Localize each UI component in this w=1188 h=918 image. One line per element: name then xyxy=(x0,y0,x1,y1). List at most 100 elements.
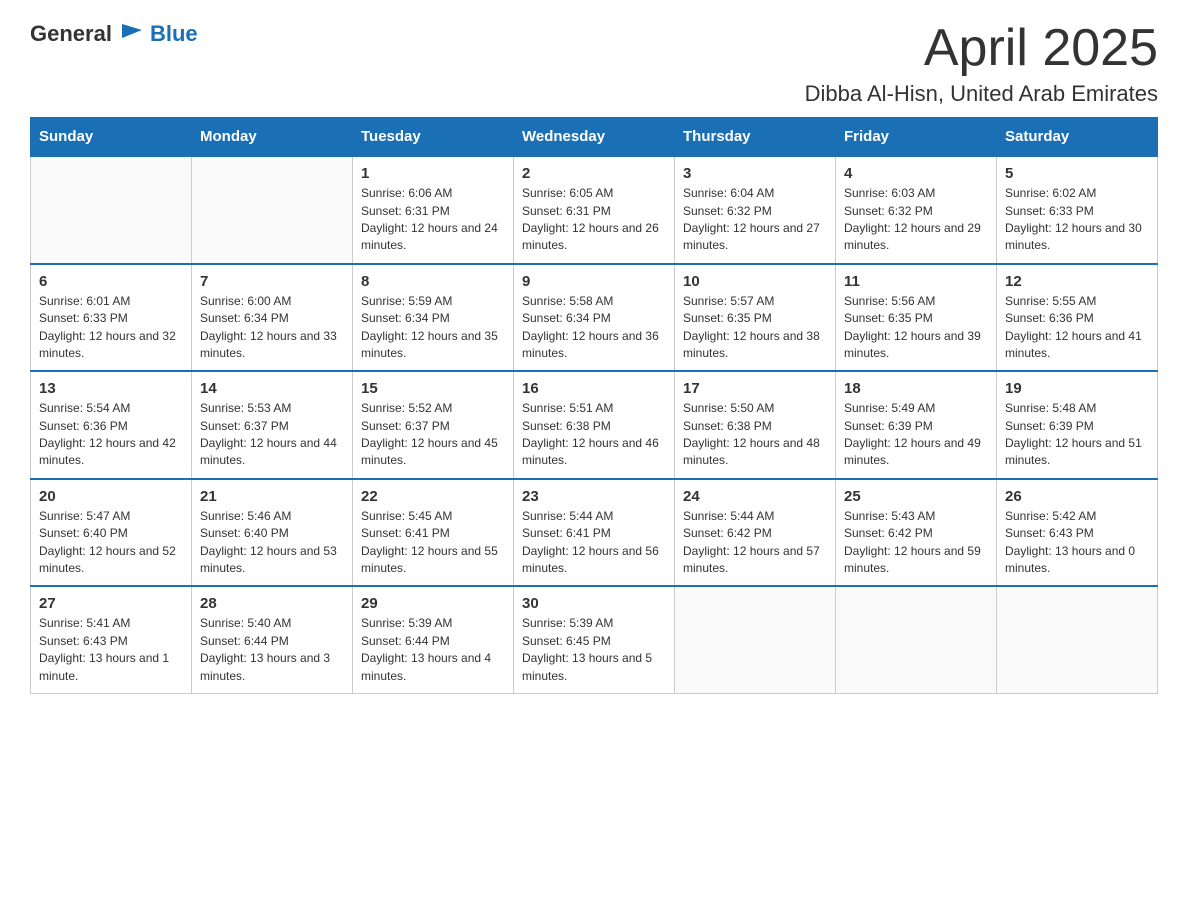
calendar-cell: 13 Sunrise: 5:54 AMSunset: 6:36 PMDayligh… xyxy=(31,371,192,479)
day-number: 29 xyxy=(361,595,505,612)
calendar-cell: 25 Sunrise: 5:43 AMSunset: 6:42 PMDayligh… xyxy=(836,479,997,587)
day-number: 22 xyxy=(361,488,505,505)
day-info: Sunrise: 5:54 AMSunset: 6:36 PMDaylight:… xyxy=(39,400,183,470)
calendar-cell: 11 Sunrise: 5:56 AMSunset: 6:35 PMDayligh… xyxy=(836,264,997,372)
logo-text-blue: Blue xyxy=(150,21,198,47)
day-info: Sunrise: 6:06 AMSunset: 6:31 PMDaylight:… xyxy=(361,185,505,255)
day-number: 23 xyxy=(522,488,666,505)
calendar-cell: 16Sunrise: 5:51 AMSunset: 6:38 PMDayligh… xyxy=(514,371,675,479)
day-info: Sunrise: 6:02 AMSunset: 6:33 PMDaylight:… xyxy=(1005,185,1149,255)
day-number: 9 xyxy=(522,273,666,290)
page-header: General Blue April 2025 Dibba Al-Hisn, U… xyxy=(30,20,1158,107)
calendar-cell: 6 Sunrise: 6:01 AMSunset: 6:33 PMDaylight… xyxy=(31,264,192,372)
day-number: 30 xyxy=(522,595,666,612)
calendar-cell: 7 Sunrise: 6:00 AMSunset: 6:34 PMDaylight… xyxy=(192,264,353,372)
day-info: Sunrise: 5:50 AMSunset: 6:38 PMDaylight:… xyxy=(683,400,827,470)
calendar-cell: 4 Sunrise: 6:03 AMSunset: 6:32 PMDaylight… xyxy=(836,156,997,264)
day-info: Sunrise: 5:53 AMSunset: 6:37 PMDaylight:… xyxy=(200,400,344,470)
day-info: Sunrise: 6:00 AMSunset: 6:34 PMDaylight:… xyxy=(200,293,344,363)
day-info: Sunrise: 5:59 AMSunset: 6:34 PMDaylight:… xyxy=(361,293,505,363)
day-number: 26 xyxy=(1005,488,1149,505)
day-info: Sunrise: 5:52 AMSunset: 6:37 PMDaylight:… xyxy=(361,400,505,470)
calendar-cell: 28 Sunrise: 5:40 AMSunset: 6:44 PMDayligh… xyxy=(192,586,353,693)
day-number: 10 xyxy=(683,273,827,290)
calendar-cell: 30Sunrise: 5:39 AMSunset: 6:45 PMDayligh… xyxy=(514,586,675,693)
calendar-week-row: 20 Sunrise: 5:47 AMSunset: 6:40 PMDayligh… xyxy=(31,479,1158,587)
day-info: Sunrise: 5:39 AMSunset: 6:44 PMDaylight:… xyxy=(361,615,505,685)
day-number: 5 xyxy=(1005,165,1149,182)
day-info: Sunrise: 5:47 AMSunset: 6:40 PMDaylight:… xyxy=(39,508,183,578)
calendar-cell xyxy=(31,156,192,264)
day-number: 19 xyxy=(1005,380,1149,397)
day-number: 13 xyxy=(39,380,183,397)
day-info: Sunrise: 5:40 AMSunset: 6:44 PMDaylight:… xyxy=(200,615,344,685)
day-number: 15 xyxy=(361,380,505,397)
day-number: 4 xyxy=(844,165,988,182)
calendar-cell: 14 Sunrise: 5:53 AMSunset: 6:37 PMDayligh… xyxy=(192,371,353,479)
calendar-cell: 22 Sunrise: 5:45 AMSunset: 6:41 PMDayligh… xyxy=(353,479,514,587)
calendar-cell: 15 Sunrise: 5:52 AMSunset: 6:37 PMDayligh… xyxy=(353,371,514,479)
day-number: 16 xyxy=(522,380,666,397)
calendar-cell xyxy=(836,586,997,693)
calendar-cell: 2 Sunrise: 6:05 AMSunset: 6:31 PMDaylight… xyxy=(514,156,675,264)
calendar-cell: 21 Sunrise: 5:46 AMSunset: 6:40 PMDayligh… xyxy=(192,479,353,587)
day-info: Sunrise: 5:44 AMSunset: 6:41 PMDaylight:… xyxy=(522,508,666,578)
weekday-header-saturday: Saturday xyxy=(997,118,1158,157)
calendar-week-row: 6 Sunrise: 6:01 AMSunset: 6:33 PMDaylight… xyxy=(31,264,1158,372)
day-info: Sunrise: 5:58 AMSunset: 6:34 PMDaylight:… xyxy=(522,293,666,363)
day-info: Sunrise: 5:44 AMSunset: 6:42 PMDaylight:… xyxy=(683,508,827,578)
calendar-week-row: 27Sunrise: 5:41 AMSunset: 6:43 PMDayligh… xyxy=(31,586,1158,693)
day-number: 2 xyxy=(522,165,666,182)
day-number: 6 xyxy=(39,273,183,290)
day-info: Sunrise: 6:01 AMSunset: 6:33 PMDaylight:… xyxy=(39,293,183,363)
day-number: 1 xyxy=(361,165,505,182)
calendar-cell: 17 Sunrise: 5:50 AMSunset: 6:38 PMDayligh… xyxy=(675,371,836,479)
weekday-header-tuesday: Tuesday xyxy=(353,118,514,157)
calendar-cell: 24Sunrise: 5:44 AMSunset: 6:42 PMDayligh… xyxy=(675,479,836,587)
day-info: Sunrise: 6:03 AMSunset: 6:32 PMDaylight:… xyxy=(844,185,988,255)
day-info: Sunrise: 5:45 AMSunset: 6:41 PMDaylight:… xyxy=(361,508,505,578)
calendar-cell: 10 Sunrise: 5:57 AMSunset: 6:35 PMDayligh… xyxy=(675,264,836,372)
calendar-header-row: SundayMondayTuesdayWednesdayThursdayFrid… xyxy=(31,118,1158,157)
calendar-cell: 26 Sunrise: 5:42 AMSunset: 6:43 PMDayligh… xyxy=(997,479,1158,587)
day-info: Sunrise: 5:48 AMSunset: 6:39 PMDaylight:… xyxy=(1005,400,1149,470)
logo: General Blue xyxy=(30,20,198,48)
day-number: 8 xyxy=(361,273,505,290)
day-number: 11 xyxy=(844,273,988,290)
calendar-cell: 1 Sunrise: 6:06 AMSunset: 6:31 PMDaylight… xyxy=(353,156,514,264)
day-info: Sunrise: 6:04 AMSunset: 6:32 PMDaylight:… xyxy=(683,185,827,255)
calendar-cell: 9 Sunrise: 5:58 AMSunset: 6:34 PMDaylight… xyxy=(514,264,675,372)
calendar-cell xyxy=(675,586,836,693)
day-number: 3 xyxy=(683,165,827,182)
day-number: 17 xyxy=(683,380,827,397)
logo-flag-icon xyxy=(118,20,146,48)
calendar-table: SundayMondayTuesdayWednesdayThursdayFrid… xyxy=(30,117,1158,694)
day-number: 14 xyxy=(200,380,344,397)
calendar-cell: 3 Sunrise: 6:04 AMSunset: 6:32 PMDaylight… xyxy=(675,156,836,264)
day-info: Sunrise: 5:46 AMSunset: 6:40 PMDaylight:… xyxy=(200,508,344,578)
day-info: Sunrise: 5:57 AMSunset: 6:35 PMDaylight:… xyxy=(683,293,827,363)
calendar-cell xyxy=(997,586,1158,693)
day-info: Sunrise: 5:56 AMSunset: 6:35 PMDaylight:… xyxy=(844,293,988,363)
day-number: 25 xyxy=(844,488,988,505)
location-title: Dibba Al-Hisn, United Arab Emirates xyxy=(805,81,1158,107)
logo-text-general: General xyxy=(30,21,112,47)
month-title: April 2025 xyxy=(805,20,1158,77)
calendar-cell: 29 Sunrise: 5:39 AMSunset: 6:44 PMDayligh… xyxy=(353,586,514,693)
day-info: Sunrise: 5:42 AMSunset: 6:43 PMDaylight:… xyxy=(1005,508,1149,578)
day-info: Sunrise: 5:43 AMSunset: 6:42 PMDaylight:… xyxy=(844,508,988,578)
calendar-cell xyxy=(192,156,353,264)
day-number: 28 xyxy=(200,595,344,612)
weekday-header-friday: Friday xyxy=(836,118,997,157)
weekday-header-sunday: Sunday xyxy=(31,118,192,157)
day-number: 7 xyxy=(200,273,344,290)
weekday-header-wednesday: Wednesday xyxy=(514,118,675,157)
day-info: Sunrise: 5:55 AMSunset: 6:36 PMDaylight:… xyxy=(1005,293,1149,363)
day-info: Sunrise: 6:05 AMSunset: 6:31 PMDaylight:… xyxy=(522,185,666,255)
calendar-cell: 27Sunrise: 5:41 AMSunset: 6:43 PMDayligh… xyxy=(31,586,192,693)
calendar-cell: 18Sunrise: 5:49 AMSunset: 6:39 PMDayligh… xyxy=(836,371,997,479)
day-number: 21 xyxy=(200,488,344,505)
day-number: 18 xyxy=(844,380,988,397)
calendar-cell: 8 Sunrise: 5:59 AMSunset: 6:34 PMDaylight… xyxy=(353,264,514,372)
day-number: 20 xyxy=(39,488,183,505)
